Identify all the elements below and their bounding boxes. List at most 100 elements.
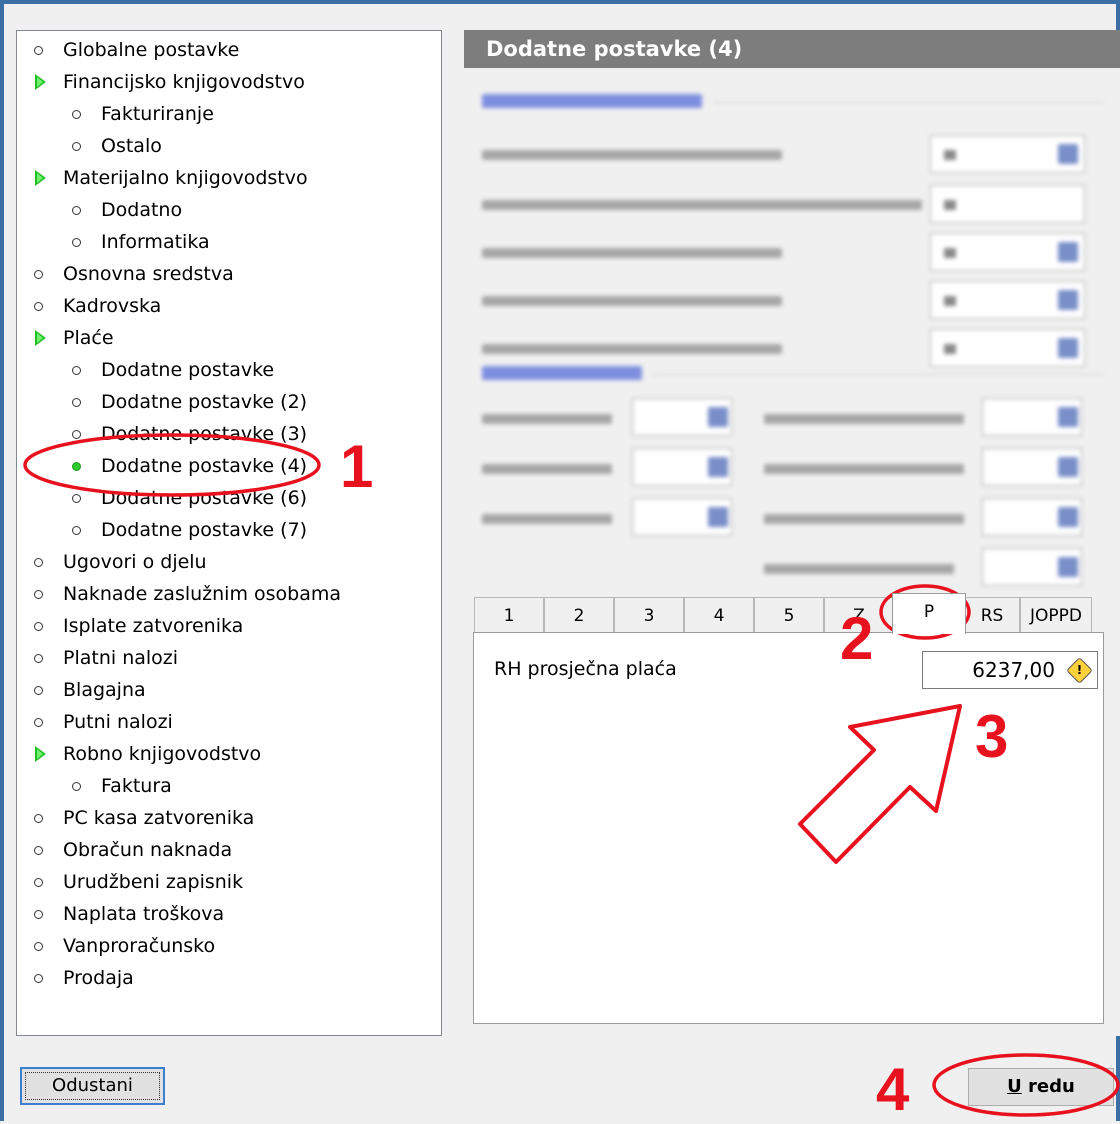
tree-item[interactable]: Obračun naknada [33,835,423,865]
rh-average-salary-input[interactable]: 6237,00 ! [922,651,1098,689]
tree-item-label: Robno knjigovodstvo [63,743,262,765]
tree-item[interactable]: Kadrovska [33,291,423,321]
green-triangle-icon [35,74,46,90]
blurred-label [482,200,922,210]
tab-joppd[interactable]: JOPPD [1020,597,1092,633]
panel-title: Dodatne postavke (4) [464,30,1120,68]
circle-bullet-icon [34,46,43,55]
tab-4[interactable]: 4 [684,597,754,633]
tree-item[interactable]: PC kasa zatvorenika [33,803,423,833]
circle-bullet-icon [34,686,43,695]
blurred-label [482,248,782,258]
cancel-button[interactable]: Odustani [20,1067,165,1105]
tree-item[interactable]: Informatika [71,227,421,257]
circle-bullet-icon [72,494,81,503]
tree-item-label: Isplate zatvorenika [63,615,244,637]
tab-2[interactable]: 2 [544,597,614,633]
ok-button[interactable]: U redu [968,1068,1114,1106]
blurred-field-button [1058,557,1078,577]
tree-item[interactable]: Naknade zaslužnim osobama [33,579,423,609]
blurred-label [482,464,612,474]
tree-item[interactable]: Dodatne postavke (2) [71,387,421,417]
tree-item[interactable]: Globalne postavke [33,35,423,65]
tree-item[interactable]: Osnovna sredstva [33,259,423,289]
selected-bullet-icon [72,462,81,471]
tree-item-label: Naplata troškova [63,903,225,925]
circle-bullet-icon [34,942,43,951]
tab-rs[interactable]: RS [964,597,1020,633]
blurred-field-button [1058,144,1078,164]
tree-item[interactable]: Plaće [33,323,423,353]
tree-item[interactable]: Financijsko knjigovodstvo [33,67,423,97]
tree-item[interactable]: Ugovori o djelu [33,547,423,577]
blurred-label [482,344,782,354]
annotation-number-2: 2 [840,605,874,672]
tree-item[interactable]: Vanproračunsko [33,931,423,961]
blurred-field-button [1058,507,1078,527]
tree-item[interactable]: Dodatno [71,195,421,225]
tree-item-label: Faktura [101,775,172,797]
blurred-field-button [708,407,728,427]
tree-item-label: Globalne postavke [63,39,240,61]
tab-page-p [473,632,1104,1024]
tree-item-label: Dodatne postavke (2) [101,391,308,413]
circle-bullet-icon [34,814,43,823]
circle-bullet-icon [72,142,81,151]
tree-item-label: Materijalno knjigovodstvo [63,167,308,189]
blurred-settings-area [464,78,1120,598]
annotation-number-3: 3 [975,703,1009,770]
circle-bullet-icon [72,110,81,119]
ok-button-label: redu [1021,1076,1075,1097]
green-triangle-icon [35,170,46,186]
tree-item[interactable]: Platni nalozi [33,643,423,673]
circle-bullet-icon [72,430,81,439]
circle-bullet-icon [34,622,43,631]
blurred-label [482,414,612,424]
tree-item[interactable]: Dodatne postavke [71,355,421,385]
tree-item[interactable]: Robno knjigovodstvo [33,739,423,769]
focus-rectangle [25,1072,160,1100]
blurred-field-button [708,457,728,477]
tree-item-label: Financijsko knjigovodstvo [63,71,305,93]
tree-item[interactable]: Dodatne postavke (7) [71,515,421,545]
blurred-field-button [1058,407,1078,427]
blurred-label [764,514,964,524]
tree-item[interactable]: Ostalo [71,131,421,161]
tree-item-label: Osnovna sredstva [63,263,234,285]
circle-bullet-icon [72,526,81,535]
blurred-label [764,564,954,574]
tree-item[interactable]: Blagajna [33,675,423,705]
circle-bullet-icon [72,782,81,791]
tree-item[interactable]: Putni nalozi [33,707,423,737]
settings-tree[interactable]: Globalne postavke Financijsko knjigovodst… [16,30,442,1036]
blurred-separator [714,102,1104,103]
rh-average-salary-value: 6237,00 [972,658,1055,682]
tree-item-label: Blagajna [63,679,146,701]
blurred-field-value [944,248,956,258]
blurred-field-value [944,150,956,160]
tab-5[interactable]: 5 [754,597,824,633]
circle-bullet-icon [72,206,81,215]
circle-bullet-icon [34,878,43,887]
tree-item[interactable]: Faktura [71,771,421,801]
tab-strip: 1 2 3 4 5 Z P RS JOPPD [474,593,1104,634]
tree-item[interactable]: Isplate zatvorenika [33,611,423,641]
tab-3[interactable]: 3 [614,597,684,633]
blurred-label [764,464,964,474]
tree-item[interactable]: Prodaja [33,963,423,993]
circle-bullet-icon [34,302,43,311]
blurred-field-button [1058,457,1078,477]
tree-item[interactable]: Fakturiranje [71,99,421,129]
tree-item-label: Informatika [101,231,210,253]
blurred-separator [652,374,1104,375]
tree-item[interactable]: Naplata troškova [33,899,423,929]
tree-item-label: Vanproračunsko [63,935,216,957]
blurred-field-button [1058,290,1078,310]
warning-icon[interactable]: ! [1066,657,1093,684]
circle-bullet-icon [34,270,43,279]
tab-p[interactable]: P [892,593,966,634]
tab-1[interactable]: 1 [474,597,544,633]
tree-item[interactable]: Materijalno knjigovodstvo [33,163,423,193]
tree-item-label: Putni nalozi [63,711,173,733]
tree-item[interactable]: Urudžbeni zapisnik [33,867,423,897]
